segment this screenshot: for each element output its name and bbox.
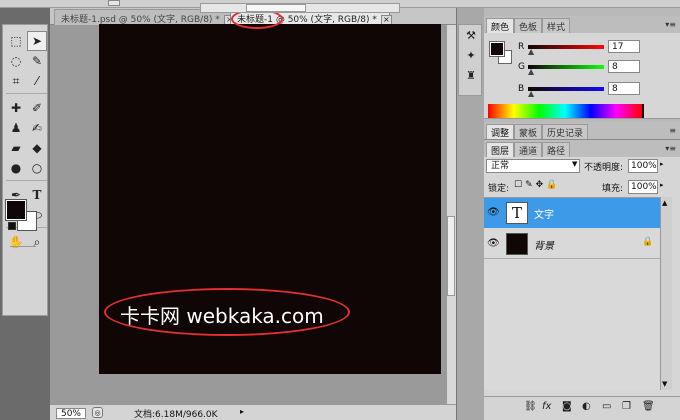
scroll-down-icon[interactable]: ▼ xyxy=(662,380,667,388)
lock-pixels-icon[interactable]: ✎ xyxy=(525,180,536,190)
tool-presets-icon[interactable]: ⚒ xyxy=(464,29,478,43)
opacity-arrow-icon[interactable]: ▸ xyxy=(660,160,664,168)
new-group-icon[interactable]: ▭ xyxy=(602,401,611,412)
layer-row-background[interactable]: 👁 背景 🔒 xyxy=(484,229,660,259)
lasso-tool-icon[interactable]: ◌ xyxy=(6,51,26,71)
visibility-eye-icon[interactable]: 👁 xyxy=(487,238,500,250)
quick-select-tool-icon[interactable]: ✎ xyxy=(27,51,47,71)
status-bar: 50% ◎ 文档:6.18M/966.0K ▸ xyxy=(50,404,456,420)
panel-menu-icon[interactable]: ≡ xyxy=(669,126,676,135)
opacity-input[interactable]: 100% xyxy=(628,159,658,173)
blur-tool-icon[interactable]: ● xyxy=(6,158,26,178)
panel-menu-icon[interactable]: ▾≡ xyxy=(665,144,676,153)
red-slider-track[interactable] xyxy=(528,45,604,49)
chevron-down-icon[interactable]: ▼ xyxy=(572,160,577,168)
paint-bucket-tool-icon[interactable]: ◆ xyxy=(27,138,47,158)
visibility-eye-icon[interactable]: 👁 xyxy=(487,207,500,219)
red-value-input[interactable]: 17 xyxy=(608,40,640,53)
link-layers-icon[interactable]: ⛓ xyxy=(524,401,537,412)
blue-slider-track[interactable] xyxy=(528,87,604,91)
tab-layers[interactable]: 图层 xyxy=(486,142,515,157)
panel-menu-icon[interactable]: ▾≡ xyxy=(665,20,676,29)
tab-masks[interactable]: 蒙板 xyxy=(514,124,543,139)
lock-buttons: ☐✎✥🔒 xyxy=(514,180,560,190)
lock-label: 锁定: xyxy=(488,184,510,194)
color-panel-tabs: 颜色 色板 样式 ▾≡ xyxy=(484,16,680,34)
vertical-scrollbar[interactable] xyxy=(446,25,456,404)
lock-transparency-icon[interactable]: ☐ xyxy=(514,180,525,190)
layers-panel-tabs: 图层 通道 路径 ▾≡ xyxy=(484,140,680,158)
fill-arrow-icon[interactable]: ▸ xyxy=(660,181,664,189)
zoom-level-field[interactable]: 50% xyxy=(56,408,86,419)
new-layer-icon[interactable]: ❐ xyxy=(622,401,631,412)
collapsed-panel-icons: ⚒ ✦ ♜ xyxy=(458,24,482,96)
blend-mode-select[interactable]: 正常 xyxy=(486,159,580,173)
green-slider-track[interactable] xyxy=(528,65,604,69)
tab-swatches[interactable]: 色板 xyxy=(514,18,543,33)
layer-lock-icon: 🔒 xyxy=(642,237,654,247)
opacity-label: 不透明度: xyxy=(584,163,624,173)
workspace-button[interactable] xyxy=(108,0,120,6)
marquee-tool-icon[interactable]: ⬚ xyxy=(6,31,26,51)
tab-adjustments[interactable]: 调整 xyxy=(486,124,515,139)
red-slider-handle-icon[interactable]: ▲ xyxy=(528,47,534,56)
default-colors-icon[interactable] xyxy=(8,222,16,230)
color-panel-fg-swatch[interactable] xyxy=(489,41,505,57)
tools-panel: ⬚ ➤ ◌ ✎ ⌗ ⁄ ✚ ✐ ♟ ✍ ▰ ◆ ● ○ ✒ T ↖ ⬭ ✋ ⌕ xyxy=(2,24,48,316)
clone-source-icon[interactable]: ✦ xyxy=(464,49,478,63)
brushes-icon[interactable]: ♜ xyxy=(464,69,478,83)
spectrum-black-white[interactable] xyxy=(642,104,644,118)
color-spectrum-bar[interactable] xyxy=(488,104,642,118)
green-slider-handle-icon[interactable]: ▲ xyxy=(528,67,534,76)
tab-styles[interactable]: 样式 xyxy=(542,18,571,33)
add-mask-icon[interactable]: ◙ xyxy=(562,401,572,412)
status-menu-arrow-icon[interactable]: ▸ xyxy=(240,407,244,416)
vertical-scrollbar-thumb[interactable] xyxy=(447,216,455,296)
zoom-tool-icon[interactable]: ⌕ xyxy=(27,232,47,252)
adjustment-layer-icon[interactable]: ◐ xyxy=(582,401,591,412)
delete-layer-icon[interactable]: 🗑 xyxy=(642,401,655,412)
eyedropper-tool-icon[interactable]: ⁄ xyxy=(27,71,47,91)
layer-name[interactable]: 背景 xyxy=(534,237,554,252)
tab-history[interactable]: 历史记录 xyxy=(542,124,589,139)
healing-brush-tool-icon[interactable]: ✚ xyxy=(6,98,26,118)
layer-name[interactable]: 文字 xyxy=(534,206,554,221)
red-label: R xyxy=(518,42,525,52)
hand-tool-icon[interactable]: ✋ xyxy=(6,232,26,252)
layer-row-text[interactable]: 👁 T 文字 xyxy=(484,198,660,228)
foreground-color-swatch[interactable] xyxy=(5,199,27,221)
lock-all-icon[interactable]: 🔒 xyxy=(546,180,560,190)
text-layer-thumbnail: T xyxy=(506,202,528,224)
horizontal-scrollbar-thumb[interactable] xyxy=(246,4,306,12)
dodge-tool-icon[interactable]: ○ xyxy=(27,158,47,178)
blue-value-input[interactable]: 8 xyxy=(608,82,640,95)
blue-label: B xyxy=(518,84,525,94)
brush-tool-icon[interactable]: ✐ xyxy=(27,98,47,118)
adjustments-panel-tabs: 调整 蒙板 历史记录 ≡ xyxy=(484,122,680,140)
tab-paths[interactable]: 路径 xyxy=(542,142,571,157)
tab-channels[interactable]: 通道 xyxy=(514,142,543,157)
tab-color[interactable]: 颜色 xyxy=(486,18,515,33)
green-value-input[interactable]: 8 xyxy=(608,60,640,73)
status-info-icon[interactable]: ◎ xyxy=(92,407,103,418)
history-brush-tool-icon[interactable]: ✍ xyxy=(27,118,47,138)
blue-slider-handle-icon[interactable]: ▲ xyxy=(528,89,534,98)
scroll-up-icon[interactable]: ▲ xyxy=(662,199,667,207)
crop-tool-icon[interactable]: ⌗ xyxy=(6,71,26,91)
fill-label: 填充: xyxy=(602,184,624,194)
eraser-tool-icon[interactable]: ▰ xyxy=(6,138,26,158)
fill-input[interactable]: 100% xyxy=(628,180,658,194)
layer-style-icon[interactable]: fx xyxy=(542,401,551,412)
background-layer-thumbnail xyxy=(506,233,528,255)
move-tool-icon[interactable]: ➤ xyxy=(27,31,47,51)
clone-stamp-tool-icon[interactable]: ♟ xyxy=(6,118,26,138)
document-size-info: 文档:6.18M/966.0K xyxy=(134,410,218,420)
green-label: G xyxy=(518,62,525,72)
quick-mask-divider xyxy=(10,246,36,247)
type-tool-icon[interactable]: T xyxy=(27,185,47,205)
layers-scrollbar[interactable] xyxy=(660,197,672,390)
highlight-circle-text xyxy=(104,288,350,336)
lock-position-icon[interactable]: ✥ xyxy=(536,180,547,190)
